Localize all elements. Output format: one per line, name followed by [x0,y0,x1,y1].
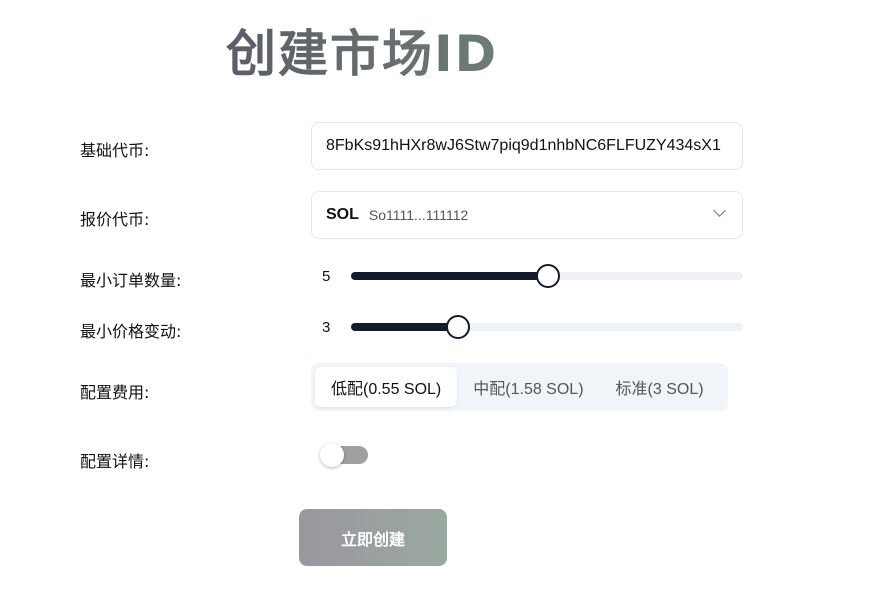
min-tick-label: 最小价格变动: [80,322,182,341]
quote-token-label: 报价代币: [80,210,150,229]
slider-fill [351,272,547,280]
create-button[interactable]: 立即创建 [299,509,447,566]
toggle-knob [320,443,344,467]
details-label: 配置详情: [80,452,150,471]
page-title: 创建市场ID [226,14,498,86]
base-token-input[interactable]: 8FbKs91hHXr8wJ6Stw7piq9d1nhbNC6FLFUZY434… [311,122,743,170]
min-order-label: 最小订单数量: [80,271,182,290]
fee-option-low[interactable]: 低配(0.55 SOL) [315,367,458,407]
min-tick-value: 3 [322,319,331,336]
chevron-down-icon [713,204,726,217]
details-toggle[interactable] [320,443,368,467]
quote-token-symbol: SOL [326,206,359,223]
base-token-label: 基础代币: [80,141,150,160]
quote-token-select[interactable]: SOL So1111...111112 [311,191,743,239]
slider-thumb[interactable] [536,264,560,288]
fee-option-medium[interactable]: 中配(1.58 SOL) [457,367,599,407]
min-order-slider[interactable] [351,264,743,288]
slider-fill [351,323,457,331]
base-token-value: 8FbKs91hHXr8wJ6Stw7piq9d1nhbNC6FLFUZY434… [326,137,721,154]
min-order-value: 5 [322,268,331,285]
min-tick-slider[interactable] [351,315,743,339]
fee-label: 配置费用: [80,383,150,402]
slider-thumb[interactable] [445,315,470,339]
quote-token-address: So1111...111112 [368,207,469,223]
fee-option-standard[interactable]: 标准(3 SOL) [600,367,720,407]
fee-segmented-control: 低配(0.55 SOL) 中配(1.58 SOL) 标准(3 SOL) [311,363,728,411]
